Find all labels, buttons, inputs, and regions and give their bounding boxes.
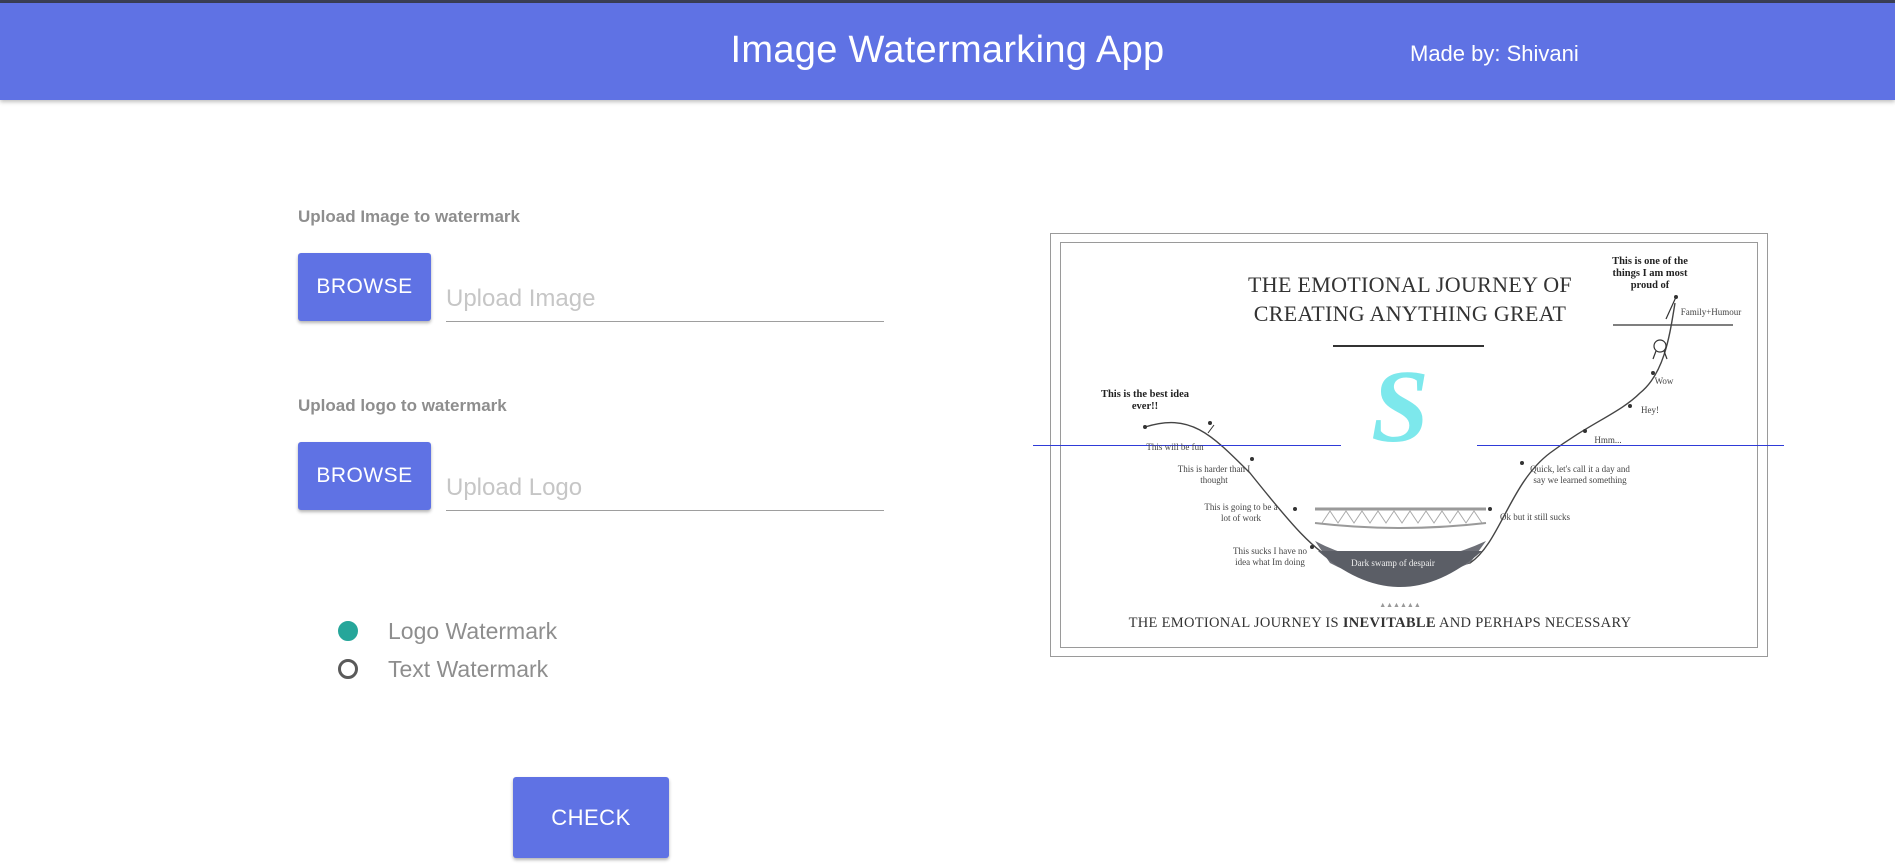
image-path-placeholder: Upload Image bbox=[446, 285, 596, 312]
radio-logo-watermark-label: Logo Watermark bbox=[388, 617, 558, 644]
preview-footer: THE EMOTIONAL JOURNEY IS INEVITABLE AND … bbox=[1100, 615, 1660, 632]
note-family: Family+Humour bbox=[1680, 307, 1742, 317]
radio-text-watermark-label: Text Watermark bbox=[388, 655, 549, 682]
note-swamp: Dark swamp of despair bbox=[1351, 558, 1435, 568]
note-still-sucks: Ok but it still sucks bbox=[1499, 512, 1570, 522]
preview-footer-bold: INEVITABLE bbox=[1342, 615, 1436, 631]
watermark-logo: S bbox=[1371, 349, 1429, 464]
guide-line-right bbox=[1477, 445, 1784, 446]
radio-text-watermark[interactable]: Text Watermark bbox=[338, 654, 548, 684]
radio-logo-watermark[interactable]: Logo Watermark bbox=[338, 616, 557, 646]
preview-footer-pre: THE EMOTIONAL JOURNEY IS bbox=[1128, 615, 1343, 631]
note-wow: Wow bbox=[1654, 376, 1674, 386]
logo-path-field[interactable]: Upload Logo bbox=[446, 466, 884, 511]
browse-logo-button[interactable]: BROWSE bbox=[298, 442, 431, 510]
medal-icon bbox=[1653, 339, 1667, 353]
logo-upload-label: Upload logo to watermark bbox=[298, 396, 507, 415]
radio-checked-icon[interactable] bbox=[338, 621, 358, 641]
note-harder: This is harder than I thought bbox=[1177, 464, 1251, 485]
preview-footer-post: AND PERHAPS NECESSARY bbox=[1435, 615, 1632, 631]
check-button[interactable]: CHECK bbox=[513, 777, 669, 858]
app-title: Image Watermarking App bbox=[730, 29, 1165, 71]
app-bar: Image Watermarking App Made by: Shivani bbox=[0, 3, 1895, 100]
radio-unchecked-icon[interactable] bbox=[338, 659, 358, 679]
svg-text:▲▲▲▲▲▲: ▲▲▲▲▲▲ bbox=[1379, 601, 1421, 609]
note-hey: Hey! bbox=[1641, 405, 1659, 415]
logo-path-placeholder: Upload Logo bbox=[446, 474, 583, 501]
image-upload-label: Upload Image to watermark bbox=[298, 207, 521, 226]
note-no-idea: This sucks I have no idea what Im doing bbox=[1233, 546, 1307, 567]
image-path-field[interactable]: Upload Image bbox=[446, 277, 884, 322]
note-work: This is going to be a lot of work bbox=[1204, 502, 1278, 523]
note-quick: Quick, let's call it a day and say we le… bbox=[1530, 464, 1630, 485]
note-proud: This is one of the things I am most prou… bbox=[1612, 256, 1688, 291]
note-hmm: Hmm... bbox=[1594, 435, 1622, 445]
author-credit: Made by: Shivani bbox=[1410, 41, 1579, 66]
note-fun: This will be fun bbox=[1146, 442, 1204, 452]
browse-image-button[interactable]: BROWSE bbox=[298, 253, 431, 321]
note-best-idea: This is the best idea ever!! bbox=[1100, 389, 1190, 412]
